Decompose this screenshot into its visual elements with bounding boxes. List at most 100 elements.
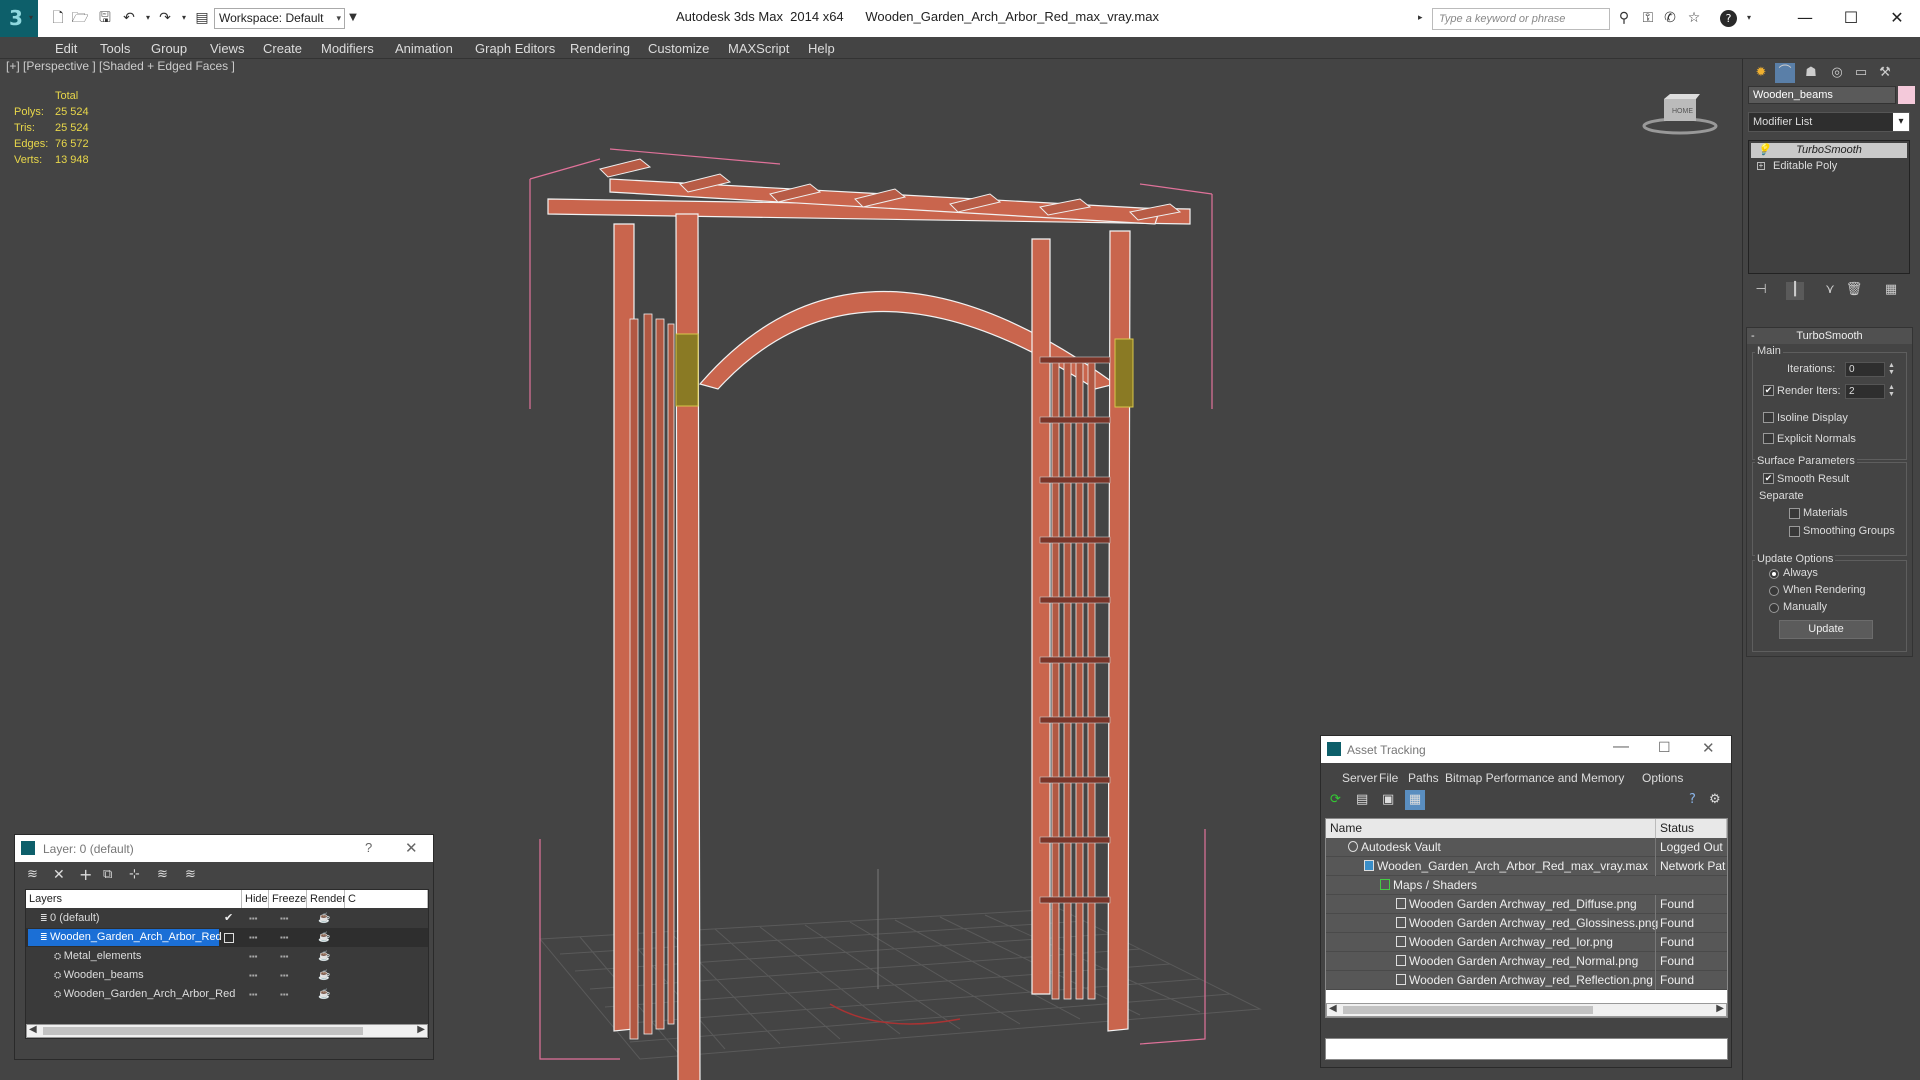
menu-create[interactable]: Create [263,41,302,56]
save-icon[interactable]: 🖫 [95,8,115,28]
scroll-right-icon[interactable]: ▶ [417,1024,425,1035]
make-unique-icon[interactable]: ⋎ [1821,282,1839,300]
menu-server[interactable]: Server [1342,771,1377,785]
viewport-label[interactable]: [+] [Perspective ] [Shaded + Edged Faces… [6,59,235,73]
render-teapot-icon[interactable]: ☕ [318,947,330,966]
help-icon[interactable]: ? [1689,792,1696,807]
delete-layer-icon[interactable]: ✕ [53,867,65,883]
help-icon[interactable]: ? [1720,10,1737,27]
remove-modifier-icon[interactable]: 🗑 [1845,282,1863,300]
freeze-toggle[interactable]: ▪▪▪ [280,985,289,1004]
table-row[interactable]: Wooden Garden Archway_red_Ior.png Found [1326,933,1727,952]
list-view-icon[interactable]: ▤ [1356,792,1368,807]
binoculars-icon[interactable]: ⚲ [1614,8,1634,28]
column-render[interactable]: Render [307,890,346,908]
configure-modifier-sets-icon[interactable]: ▦ [1882,282,1900,300]
menu-modifiers[interactable]: Modifiers [321,41,374,56]
new-file-icon[interactable]: 🗋 [48,8,68,28]
layer-row[interactable]: ⛭ Wooden_Garden_Arch_Arbor_Red ▪▪▪ ▪▪▪ ☕ [26,985,428,1004]
iterations-spinner[interactable]: 0 [1845,362,1885,377]
scroll-left-icon[interactable]: ◀ [1329,1003,1337,1014]
menu-edit[interactable]: Edit [55,41,77,56]
redo-dropdown-icon[interactable]: ▾ [174,8,194,28]
menu-rendering[interactable]: Rendering [570,41,630,56]
open-file-icon[interactable]: 🗁 [70,8,90,28]
customize-toolbar-icon[interactable]: ▼ [343,8,363,28]
app-menu-arrow-icon[interactable]: ▾ [29,13,33,22]
layer-options-icon[interactable]: ≋ [27,867,38,882]
rollout-header[interactable]: - TurboSmooth [1747,328,1912,344]
spinner-arrows-icon[interactable]: ▲ ▼ [1887,384,1896,399]
favorites-icon[interactable]: ☆ [1684,8,1704,28]
asset-path-field[interactable] [1325,1038,1728,1060]
add-selection-icon[interactable]: ⧉ [103,867,112,882]
horizontal-scrollbar[interactable]: ◀ ▶ [26,1024,428,1038]
subscription-icon[interactable]: ⚿ [1638,8,1658,28]
scroll-thumb[interactable] [43,1027,363,1035]
set-current-box-icon[interactable] [224,933,234,943]
menu-options[interactable]: Options [1642,771,1683,785]
menu-help[interactable]: Help [808,41,835,56]
always-radio[interactable] [1769,569,1779,579]
hide-toggle[interactable]: ▪▪▪ [249,985,258,1004]
close-icon[interactable]: ✕ [1702,739,1715,757]
smooth-result-checkbox[interactable]: ✔ [1763,473,1774,484]
show-end-result-icon[interactable]: ┃ [1786,282,1804,300]
current-layer-check-icon[interactable]: ✔ [224,909,233,928]
maximize-icon[interactable]: ☐ [1658,739,1671,756]
layer-row[interactable]: ⛭ Metal_elements ▪▪▪ ▪▪▪ ☕ [26,947,428,966]
settings-icon[interactable]: ⚙ [1709,792,1721,807]
smoothing-groups-checkbox[interactable] [1789,526,1800,537]
expand-icon[interactable]: + [1757,162,1765,170]
utilities-tab-icon[interactable]: ⚒ [1875,63,1895,83]
menu-animation[interactable]: Animation [395,41,453,56]
menu-group[interactable]: Group [151,41,187,56]
add-layer-icon[interactable]: + [79,865,92,884]
table-row[interactable]: Wooden Garden Archway_red_Diffuse.png Fou… [1326,895,1727,914]
menu-tools[interactable]: Tools [100,41,130,56]
modifier-list-dropdown[interactable]: Modifier List ▾ [1748,112,1910,132]
layer-row[interactable]: ⛭ Wooden_beams ▪▪▪ ▪▪▪ ☕ [26,966,428,985]
object-color-swatch[interactable] [1898,86,1915,104]
column-freeze[interactable]: Freeze [269,890,307,908]
column-hide[interactable]: Hide [242,890,269,908]
refresh-icon[interactable]: ⟳ [1330,792,1341,807]
hierarchy-tab-icon[interactable]: ☗ [1801,63,1821,83]
redo-icon[interactable]: ↷ [155,8,175,28]
update-button[interactable]: Update [1779,620,1873,639]
isoline-display-checkbox[interactable] [1763,412,1774,423]
menu-file[interactable]: File [1379,771,1398,785]
hide-toggle[interactable]: ▪▪▪ [249,909,258,928]
search-input[interactable]: Type a keyword or phrase [1432,8,1610,30]
select-layer-objects-icon[interactable]: ⊹ [129,867,140,882]
manually-radio[interactable] [1769,603,1779,613]
layer-row[interactable]: ≣ Wooden_Garden_Arch_Arbor_Red ▪▪▪ ▪▪▪ ☕ [26,928,428,947]
layer-row[interactable]: ≣ 0 (default) ✔ ▪▪▪ ▪▪▪ ☕ [26,909,428,928]
table-row[interactable]: Wooden_Garden_Arch_Arbor_Red_max_vray.ma… [1326,857,1727,876]
explicit-normals-checkbox[interactable] [1763,433,1774,444]
create-tab-icon[interactable]: ✹ [1751,63,1771,83]
table-view-icon[interactable]: ▦ [1405,790,1425,810]
close-icon[interactable]: ✕ [405,839,418,857]
scroll-thumb[interactable] [1343,1006,1593,1014]
table-row[interactable]: Wooden Garden Archway_red_Glossiness.png… [1326,914,1727,933]
menu-bitmap-performance[interactable]: Bitmap Performance and Memory [1445,771,1624,785]
hide-toggle[interactable]: ▪▪▪ [249,928,258,947]
render-teapot-icon[interactable]: ☕ [318,928,330,947]
menu-paths[interactable]: Paths [1408,771,1439,785]
communication-icon[interactable]: ✆ [1660,8,1680,28]
maximize-icon[interactable]: ☐ [1836,5,1866,31]
render-teapot-icon[interactable]: ☕ [318,909,330,928]
freeze-toggle[interactable]: ▪▪▪ [280,947,289,966]
object-name-field[interactable]: Wooden_beams [1748,86,1896,104]
highlight-layer-icon[interactable]: ≋ [157,867,168,882]
freeze-toggle[interactable]: ▪▪▪ [280,909,289,928]
stack-item-editable-poly[interactable]: + Editable Poly [1751,159,1907,174]
column-name[interactable]: Name [1326,819,1656,838]
hide-all-icon[interactable]: ≋ [185,867,196,882]
scroll-left-icon[interactable]: ◀ [29,1024,37,1035]
project-folder-icon[interactable]: ▤ [192,8,212,28]
render-teapot-icon[interactable]: ☕ [318,985,330,1004]
column-layers[interactable]: Layers [26,890,242,908]
render-iters-spinner[interactable]: 2 [1845,384,1885,399]
